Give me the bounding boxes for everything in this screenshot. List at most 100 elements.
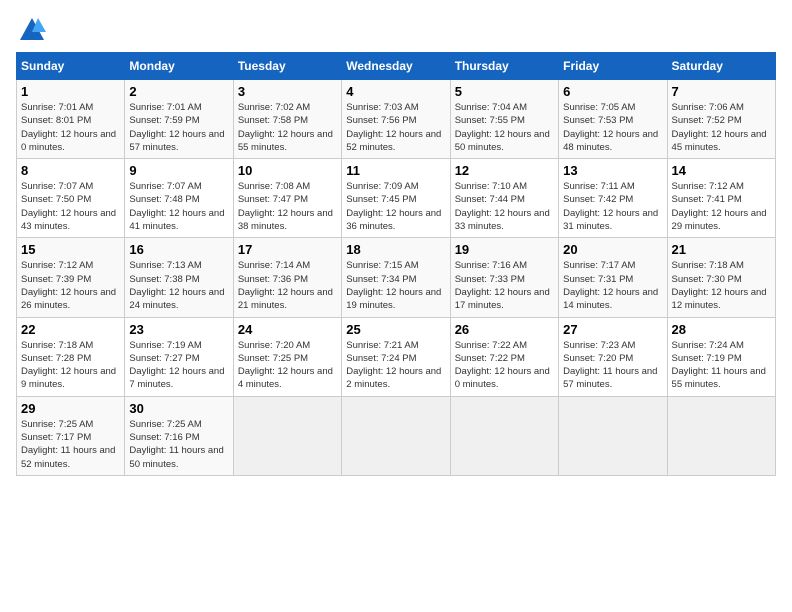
calendar-cell — [667, 396, 775, 475]
day-info: Sunrise: 7:20 AM Sunset: 7:25 PM Dayligh… — [238, 339, 337, 392]
calendar-cell: 18Sunrise: 7:15 AM Sunset: 7:34 PM Dayli… — [342, 238, 450, 317]
logo-icon — [18, 16, 46, 44]
calendar-table: SundayMondayTuesdayWednesdayThursdayFrid… — [16, 52, 776, 476]
day-info: Sunrise: 7:06 AM Sunset: 7:52 PM Dayligh… — [672, 101, 771, 154]
day-number: 18 — [346, 242, 445, 257]
day-info: Sunrise: 7:24 AM Sunset: 7:19 PM Dayligh… — [672, 339, 771, 392]
logo — [16, 16, 46, 44]
calendar-cell: 20 Sunrise: 7:17 AM Sunset: 7:31 PM Dayli… — [559, 238, 667, 317]
calendar-cell: 11 Sunrise: 7:09 AM Sunset: 7:45 PM Dayli… — [342, 159, 450, 238]
calendar-cell: 27 Sunrise: 7:23 AM Sunset: 7:20 PM Dayli… — [559, 317, 667, 396]
calendar-cell: 17Sunrise: 7:14 AM Sunset: 7:36 PM Dayli… — [233, 238, 341, 317]
day-header-thursday: Thursday — [450, 53, 558, 80]
calendar-cell: 2 Sunrise: 7:01 AM Sunset: 7:59 PM Daylig… — [125, 80, 233, 159]
calendar-cell: 24 Sunrise: 7:20 AM Sunset: 7:25 PM Dayli… — [233, 317, 341, 396]
calendar-cell — [450, 396, 558, 475]
day-info: Sunrise: 7:18 AM Sunset: 7:30 PM Dayligh… — [672, 259, 771, 312]
calendar-cell: 30 Sunrise: 7:25 AM Sunset: 7:16 PM Dayli… — [125, 396, 233, 475]
calendar-cell: 6 Sunrise: 7:05 AM Sunset: 7:53 PM Daylig… — [559, 80, 667, 159]
day-info: Sunrise: 7:09 AM Sunset: 7:45 PM Dayligh… — [346, 180, 445, 233]
calendar-cell — [342, 396, 450, 475]
day-number: 16 — [129, 242, 228, 257]
calendar-cell: 1 Sunrise: 7:01 AM Sunset: 8:01 PM Daylig… — [17, 80, 125, 159]
calendar-cell: 19 Sunrise: 7:16 AM Sunset: 7:33 PM Dayli… — [450, 238, 558, 317]
calendar-cell: 23 Sunrise: 7:19 AM Sunset: 7:27 PM Dayli… — [125, 317, 233, 396]
day-info: Sunrise: 7:18 AM Sunset: 7:28 PM Dayligh… — [21, 339, 120, 392]
week-row-3: 15 Sunrise: 7:12 AM Sunset: 7:39 PM Dayli… — [17, 238, 776, 317]
calendar-cell: 8Sunrise: 7:07 AM Sunset: 7:50 PM Daylig… — [17, 159, 125, 238]
day-number: 1 — [21, 84, 120, 99]
day-header-tuesday: Tuesday — [233, 53, 341, 80]
day-number: 23 — [129, 322, 228, 337]
day-number: 15 — [21, 242, 120, 257]
day-info: Sunrise: 7:23 AM Sunset: 7:20 PM Dayligh… — [563, 339, 662, 392]
calendar-cell: 3 Sunrise: 7:02 AM Sunset: 7:58 PM Daylig… — [233, 80, 341, 159]
day-number: 27 — [563, 322, 662, 337]
calendar-cell: 14 Sunrise: 7:12 AM Sunset: 7:41 PM Dayli… — [667, 159, 775, 238]
day-info: Sunrise: 7:21 AM Sunset: 7:24 PM Dayligh… — [346, 339, 445, 392]
calendar-cell: 7 Sunrise: 7:06 AM Sunset: 7:52 PM Daylig… — [667, 80, 775, 159]
day-info: Sunrise: 7:10 AM Sunset: 7:44 PM Dayligh… — [455, 180, 554, 233]
day-header-sunday: Sunday — [17, 53, 125, 80]
day-number: 3 — [238, 84, 337, 99]
day-info: Sunrise: 7:17 AM Sunset: 7:31 PM Dayligh… — [563, 259, 662, 312]
day-number: 7 — [672, 84, 771, 99]
calendar-cell: 15 Sunrise: 7:12 AM Sunset: 7:39 PM Dayli… — [17, 238, 125, 317]
calendar-cell: 21 Sunrise: 7:18 AM Sunset: 7:30 PM Dayli… — [667, 238, 775, 317]
day-header-monday: Monday — [125, 53, 233, 80]
day-info: Sunrise: 7:12 AM Sunset: 7:39 PM Dayligh… — [21, 259, 120, 312]
day-number: 6 — [563, 84, 662, 99]
day-info: Sunrise: 7:25 AM Sunset: 7:16 PM Dayligh… — [129, 418, 228, 471]
calendar-cell: 10 Sunrise: 7:08 AM Sunset: 7:47 PM Dayli… — [233, 159, 341, 238]
day-number: 14 — [672, 163, 771, 178]
day-number: 11 — [346, 163, 445, 178]
day-info: Sunrise: 7:19 AM Sunset: 7:27 PM Dayligh… — [129, 339, 228, 392]
day-number: 2 — [129, 84, 228, 99]
day-info: Sunrise: 7:04 AM Sunset: 7:55 PM Dayligh… — [455, 101, 554, 154]
day-info: Sunrise: 7:01 AM Sunset: 8:01 PM Dayligh… — [21, 101, 120, 154]
day-number: 29 — [21, 401, 120, 416]
calendar-cell — [559, 396, 667, 475]
calendar-cell: 26Sunrise: 7:22 AM Sunset: 7:22 PM Dayli… — [450, 317, 558, 396]
calendar-cell: 16 Sunrise: 7:13 AM Sunset: 7:38 PM Dayli… — [125, 238, 233, 317]
day-info: Sunrise: 7:16 AM Sunset: 7:33 PM Dayligh… — [455, 259, 554, 312]
calendar-cell: 13Sunrise: 7:11 AM Sunset: 7:42 PM Dayli… — [559, 159, 667, 238]
day-info: Sunrise: 7:12 AM Sunset: 7:41 PM Dayligh… — [672, 180, 771, 233]
day-number: 25 — [346, 322, 445, 337]
calendar-cell: 22Sunrise: 7:18 AM Sunset: 7:28 PM Dayli… — [17, 317, 125, 396]
day-number: 10 — [238, 163, 337, 178]
day-number: 21 — [672, 242, 771, 257]
day-info: Sunrise: 7:05 AM Sunset: 7:53 PM Dayligh… — [563, 101, 662, 154]
day-header-wednesday: Wednesday — [342, 53, 450, 80]
calendar-cell: 29 Sunrise: 7:25 AM Sunset: 7:17 PM Dayli… — [17, 396, 125, 475]
day-number: 4 — [346, 84, 445, 99]
day-number: 20 — [563, 242, 662, 257]
day-header-friday: Friday — [559, 53, 667, 80]
week-row-4: 22Sunrise: 7:18 AM Sunset: 7:28 PM Dayli… — [17, 317, 776, 396]
calendar-cell: 28Sunrise: 7:24 AM Sunset: 7:19 PM Dayli… — [667, 317, 775, 396]
day-number: 9 — [129, 163, 228, 178]
calendar-cell: 9 Sunrise: 7:07 AM Sunset: 7:48 PM Daylig… — [125, 159, 233, 238]
day-info: Sunrise: 7:03 AM Sunset: 7:56 PM Dayligh… — [346, 101, 445, 154]
page-header — [16, 16, 776, 44]
day-info: Sunrise: 7:07 AM Sunset: 7:50 PM Dayligh… — [21, 180, 120, 233]
calendar-cell — [233, 396, 341, 475]
day-info: Sunrise: 7:13 AM Sunset: 7:38 PM Dayligh… — [129, 259, 228, 312]
day-info: Sunrise: 7:02 AM Sunset: 7:58 PM Dayligh… — [238, 101, 337, 154]
calendar-cell: 5 Sunrise: 7:04 AM Sunset: 7:55 PM Daylig… — [450, 80, 558, 159]
day-number: 30 — [129, 401, 228, 416]
week-row-1: 1 Sunrise: 7:01 AM Sunset: 8:01 PM Daylig… — [17, 80, 776, 159]
day-number: 24 — [238, 322, 337, 337]
day-number: 5 — [455, 84, 554, 99]
day-info: Sunrise: 7:25 AM Sunset: 7:17 PM Dayligh… — [21, 418, 120, 471]
day-number: 19 — [455, 242, 554, 257]
week-row-5: 29 Sunrise: 7:25 AM Sunset: 7:17 PM Dayli… — [17, 396, 776, 475]
calendar-cell: 25 Sunrise: 7:21 AM Sunset: 7:24 PM Dayli… — [342, 317, 450, 396]
calendar-cell: 12Sunrise: 7:10 AM Sunset: 7:44 PM Dayli… — [450, 159, 558, 238]
day-number: 13 — [563, 163, 662, 178]
day-number: 17 — [238, 242, 337, 257]
day-info: Sunrise: 7:01 AM Sunset: 7:59 PM Dayligh… — [129, 101, 228, 154]
day-info: Sunrise: 7:07 AM Sunset: 7:48 PM Dayligh… — [129, 180, 228, 233]
day-info: Sunrise: 7:08 AM Sunset: 7:47 PM Dayligh… — [238, 180, 337, 233]
week-row-2: 8Sunrise: 7:07 AM Sunset: 7:50 PM Daylig… — [17, 159, 776, 238]
